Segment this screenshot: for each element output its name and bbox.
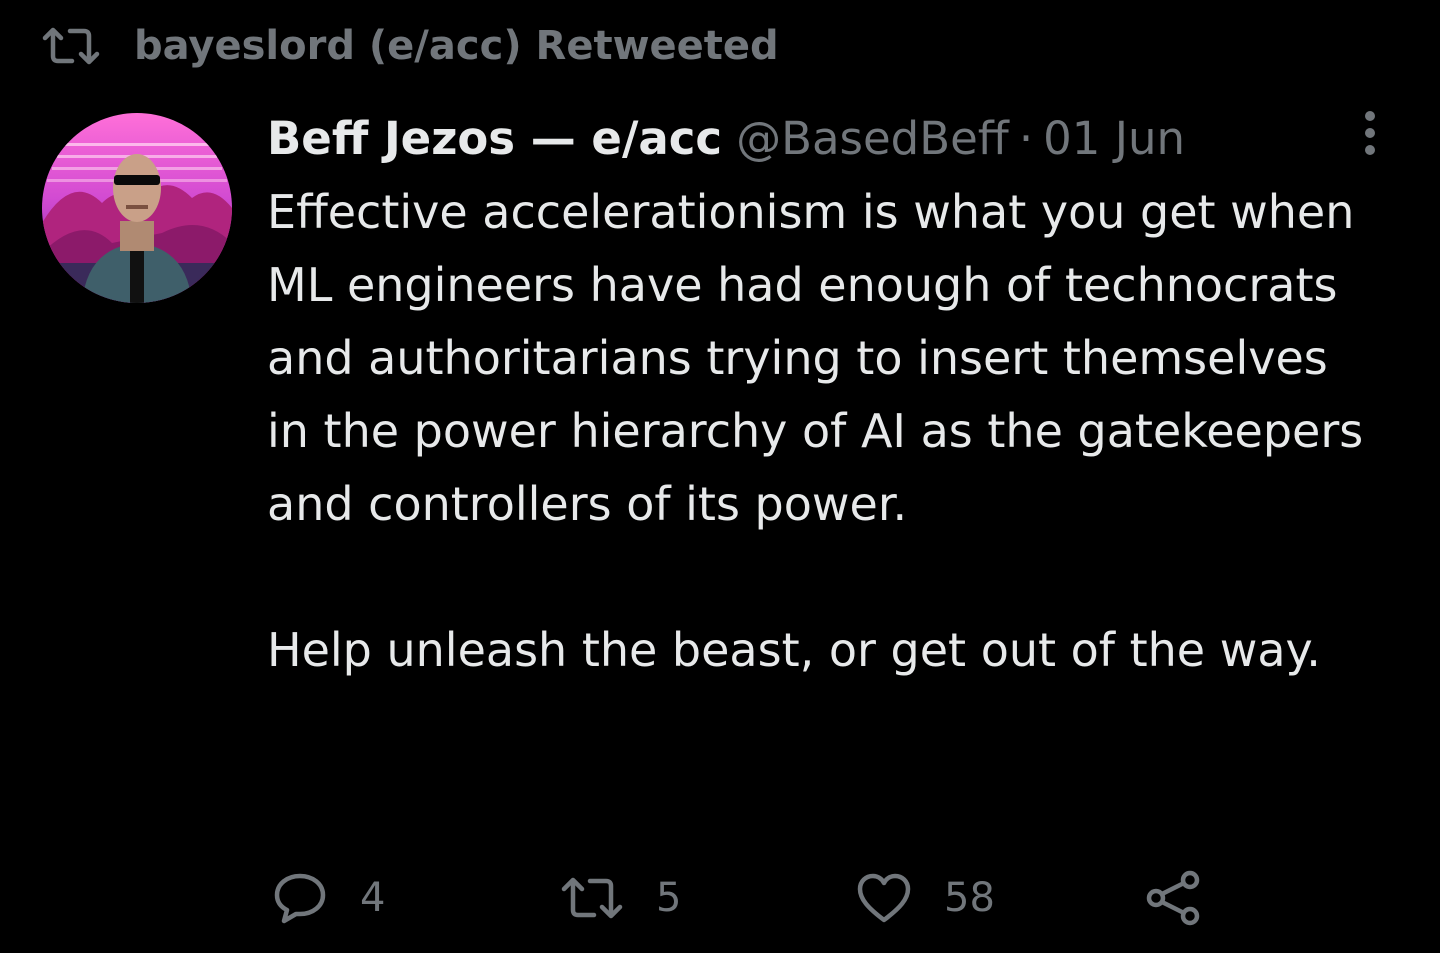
avatar[interactable] — [42, 113, 232, 303]
reply-icon — [272, 870, 328, 926]
tweet-header: Beff Jezos — e/acc @BasedBeff · 01 Jun — [267, 106, 1185, 170]
tweet-paragraph: Help unleash the beast, or get out of th… — [267, 623, 1321, 677]
retweet-icon — [42, 26, 100, 66]
tweet-text: Effective accelerationism is what you ge… — [267, 176, 1377, 687]
retweet-context[interactable]: bayeslord (e/acc) Retweeted — [42, 18, 779, 74]
like-count: 58 — [944, 875, 995, 921]
retweet-button[interactable]: 5 — [560, 868, 681, 928]
like-button[interactable]: 58 — [856, 868, 995, 928]
tweet-paragraph: Effective accelerationism is what you ge… — [267, 185, 1364, 531]
reply-button[interactable]: 4 — [272, 868, 385, 928]
share-icon — [1144, 869, 1204, 927]
retweet-count: 5 — [656, 875, 682, 921]
retweet-icon — [560, 874, 624, 922]
display-name[interactable]: Beff Jezos — e/acc — [267, 112, 722, 165]
more-options-button[interactable] — [1348, 110, 1392, 160]
retweet-context-text: bayeslord (e/acc) Retweeted — [134, 23, 779, 69]
tweet-date[interactable]: 01 Jun — [1043, 112, 1185, 165]
heart-icon — [856, 872, 912, 924]
header-separator: · — [1018, 111, 1034, 165]
share-button[interactable] — [1144, 868, 1204, 928]
tweet-actions: 4 5 58 — [0, 868, 1440, 928]
more-vertical-icon — [1363, 110, 1377, 160]
user-handle[interactable]: @BasedBeff — [736, 112, 1009, 165]
reply-count: 4 — [360, 875, 386, 921]
